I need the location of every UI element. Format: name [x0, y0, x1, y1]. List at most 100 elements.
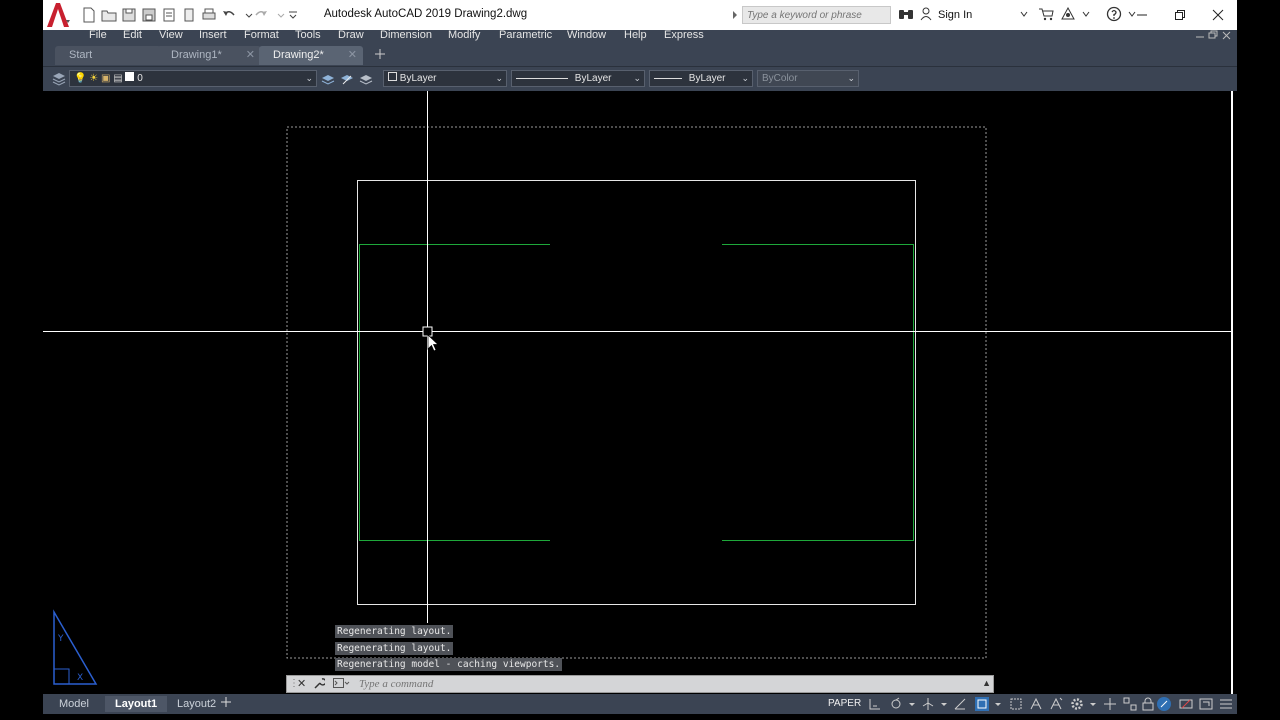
- printable-area-boundary: [286, 126, 987, 659]
- tab-start[interactable]: Start: [55, 46, 161, 65]
- chevron-down-icon[interactable]: [1086, 697, 1096, 711]
- close-button[interactable]: [1199, 0, 1237, 30]
- a360-dropdown-icon[interactable]: [1082, 9, 1090, 21]
- customize-wrench-icon[interactable]: [313, 676, 327, 693]
- annotation-monitor-icon[interactable]: [1103, 697, 1117, 711]
- close-icon: [1212, 9, 1224, 21]
- status-bar: Model Layout1 Layout2 PAPER: [43, 694, 1237, 714]
- close-tab-icon[interactable]: ✕: [348, 46, 357, 65]
- units-icon[interactable]: [1123, 697, 1137, 711]
- isolate-objects-icon[interactable]: [1157, 697, 1171, 711]
- menu-window[interactable]: Window: [567, 29, 606, 41]
- annotation-visibility-icon[interactable]: [1029, 697, 1043, 711]
- tab-label: Drawing2*: [273, 49, 324, 61]
- sign-in-dropdown-icon[interactable]: [1020, 9, 1028, 21]
- restore-button[interactable]: [1161, 0, 1199, 30]
- lineweight-value: ByLayer: [688, 73, 726, 84]
- workspace-gear-icon[interactable]: [1070, 697, 1084, 711]
- close-command-line-icon[interactable]: ✕: [297, 677, 306, 690]
- search-expand-icon[interactable]: [732, 8, 738, 22]
- tab-label: Start: [69, 49, 93, 61]
- add-layout-button[interactable]: [211, 696, 241, 712]
- color-value: ByLayer: [399, 73, 437, 84]
- menu-dimension[interactable]: Dimension: [380, 29, 432, 41]
- command-input[interactable]: [359, 676, 919, 692]
- command-history-line: Regenerating model - caching viewports.: [335, 658, 563, 671]
- paper-model-toggle[interactable]: PAPER: [828, 696, 861, 712]
- menu-window-controls[interactable]: [1193, 30, 1233, 45]
- linetype-value: ByLayer: [574, 73, 612, 84]
- menu-view[interactable]: View: [159, 29, 183, 41]
- polar-tracking-icon[interactable]: [921, 697, 935, 711]
- recent-commands-icon[interactable]: [333, 677, 351, 693]
- menu-edit[interactable]: Edit: [123, 29, 142, 41]
- customization-menu-icon[interactable]: [1219, 697, 1233, 711]
- cart-icon[interactable]: [1038, 7, 1054, 24]
- plus-icon: [375, 49, 385, 59]
- search-box: [742, 6, 891, 24]
- object-snap-icon[interactable]: [975, 697, 989, 711]
- menu-format[interactable]: Format: [244, 29, 279, 41]
- ucs-x-label: X: [77, 673, 83, 683]
- plus-icon: [221, 697, 231, 707]
- minimize-icon: [1137, 14, 1147, 16]
- command-history-line: Regenerating layout.: [335, 625, 454, 638]
- menu-help[interactable]: Help: [624, 29, 647, 41]
- command-history-toggle-icon[interactable]: ▲: [982, 678, 991, 688]
- color-dropdown[interactable]: ByLayer ⌄: [383, 70, 507, 87]
- file-tab-bar: Start Drawing1* ✕ Drawing2* ✕: [43, 44, 1237, 66]
- make-current-layer-icon[interactable]: [321, 72, 335, 86]
- drawing-window-controls-icon: [1196, 30, 1231, 40]
- linetype-dropdown[interactable]: ByLayer ⌄: [511, 70, 645, 87]
- chevron-down-icon: ⌄: [847, 73, 855, 83]
- chevron-down-icon[interactable]: [905, 697, 915, 711]
- infer-constraints-icon[interactable]: [889, 697, 903, 711]
- sign-in-button[interactable]: Sign In: [938, 9, 972, 21]
- linetype-preview: [516, 77, 568, 79]
- chevron-down-icon: ⌄: [741, 73, 749, 83]
- window-controls: [1123, 0, 1237, 30]
- pickbox: [422, 326, 433, 337]
- chevron-down-icon: ⌄: [495, 73, 503, 83]
- menu-parametric[interactable]: Parametric: [499, 29, 552, 41]
- menu-bar: File Edit View Insert Format Tools Draw …: [43, 29, 1237, 45]
- minimize-button[interactable]: [1123, 0, 1161, 30]
- binoculars-icon[interactable]: [898, 7, 914, 24]
- snap-icon[interactable]: [868, 697, 882, 711]
- command-history-line: Regenerating layout.: [335, 642, 454, 655]
- search-input[interactable]: [743, 7, 890, 23]
- drawing-area[interactable]: Y X: [43, 91, 1231, 694]
- layer-properties-icon[interactable]: [52, 72, 66, 86]
- menu-insert[interactable]: Insert: [199, 29, 227, 41]
- annotation-scale-icon[interactable]: [1049, 697, 1063, 711]
- lineweight-preview: [654, 77, 682, 79]
- layer-dropdown[interactable]: 💡 ☀ ▣ ▤ 0 ⌄: [69, 70, 317, 87]
- layers-toolbar: 💡 ☀ ▣ ▤ 0 ⌄ ByLayer ⌄ ByLayer ⌄ ByLayer …: [43, 66, 1237, 91]
- new-tab-button[interactable]: [371, 48, 389, 62]
- menu-express[interactable]: Express: [664, 29, 704, 41]
- isodraft-icon[interactable]: [953, 697, 967, 711]
- lineweight-dropdown[interactable]: ByLayer ⌄: [649, 70, 753, 87]
- menu-tools[interactable]: Tools: [295, 29, 321, 41]
- tab-drawing1[interactable]: Drawing1* ✕: [157, 46, 261, 65]
- menu-file[interactable]: File: [89, 29, 107, 41]
- layer-match-icon[interactable]: [340, 72, 354, 86]
- help-icon[interactable]: [1106, 6, 1122, 25]
- mouse-pointer-icon: [427, 334, 439, 352]
- tab-layout1[interactable]: Layout1: [105, 696, 168, 712]
- clean-screen-icon[interactable]: [1199, 697, 1213, 711]
- chevron-down-icon[interactable]: [991, 697, 1001, 711]
- menu-modify[interactable]: Modify: [448, 29, 480, 41]
- hardware-acceleration-icon[interactable]: [1179, 697, 1193, 711]
- chevron-down-icon[interactable]: [937, 697, 947, 711]
- layer-previous-icon[interactable]: [359, 72, 373, 86]
- a360-icon[interactable]: [1060, 6, 1076, 24]
- lock-ui-icon[interactable]: [1141, 697, 1155, 711]
- menu-draw[interactable]: Draw: [338, 29, 364, 41]
- close-tab-icon[interactable]: ✕: [246, 46, 255, 65]
- chevron-down-icon: ⌄: [305, 73, 313, 83]
- tab-model[interactable]: Model: [49, 696, 99, 712]
- selection-cycling-icon[interactable]: [1009, 697, 1023, 711]
- layer-color-swatch: [125, 72, 135, 81]
- tab-drawing2[interactable]: Drawing2* ✕: [259, 46, 363, 65]
